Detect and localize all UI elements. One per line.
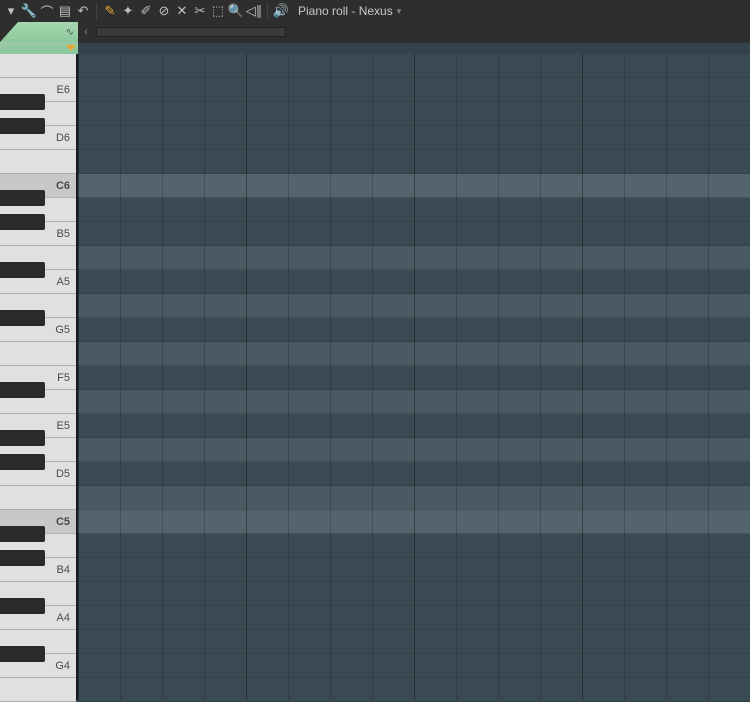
grid-row[interactable] (78, 438, 750, 462)
piano-black-key[interactable] (0, 550, 45, 566)
title-dropdown-icon[interactable]: ▾ (397, 6, 402, 17)
piano-black-key[interactable] (0, 430, 45, 446)
key-label: G5 (55, 324, 70, 336)
grid-row[interactable] (78, 654, 750, 678)
key-label: B4 (57, 564, 70, 576)
delete-icon[interactable]: ⊘ (155, 2, 173, 20)
grid-row[interactable] (78, 222, 750, 246)
grid-row[interactable] (78, 318, 750, 342)
key-label: E6 (57, 84, 70, 96)
piano-black-key[interactable] (0, 454, 45, 470)
brush-icon[interactable]: ✐ (137, 2, 155, 20)
key-label: A4 (57, 612, 70, 624)
grid-row[interactable] (78, 582, 750, 606)
slice-icon[interactable]: ✂ (191, 2, 209, 20)
scroll-left-icon[interactable]: ‹ (78, 24, 94, 40)
ruler-corner (0, 42, 78, 54)
grid-row[interactable] (78, 150, 750, 174)
toolbar: ▾🔧⌒▤↶✎✦✐⊘✕✂⬚🔍◁∥🔊Piano roll - Nexus▾ (0, 0, 750, 22)
key-label: C6 (56, 180, 70, 192)
piano-black-key[interactable] (0, 310, 45, 326)
paint-icon[interactable]: ✦ (119, 2, 137, 20)
playhead-marker-icon[interactable] (66, 45, 76, 51)
key-label: E5 (57, 420, 70, 432)
grid-row[interactable] (78, 174, 750, 198)
grid-row[interactable] (78, 246, 750, 270)
grid-row[interactable] (78, 294, 750, 318)
piano-black-key[interactable] (0, 382, 45, 398)
draw-icon[interactable]: ✎ (101, 2, 119, 20)
piano-keyboard[interactable]: E6 D6 C6 B5 A5 G5 F5 E5 D5 C5 B4 A4 G4 (0, 54, 78, 700)
grid-row[interactable] (78, 198, 750, 222)
piano-black-key[interactable] (0, 118, 45, 134)
undo-icon[interactable]: ↶ (74, 2, 92, 20)
piano-black-key[interactable] (0, 262, 45, 278)
piano-key[interactable] (0, 54, 76, 78)
horizontal-scrollbar[interactable] (96, 27, 286, 37)
window-title: Piano roll - Nexus (298, 4, 393, 18)
key-label: C5 (56, 516, 70, 528)
piano-roll-main: E6 D6 C6 B5 A5 G5 F5 E5 D5 C5 B4 A4 G4 (0, 54, 750, 700)
note-grid[interactable] (78, 54, 750, 700)
grid-row[interactable] (78, 510, 750, 534)
piano-key[interactable] (0, 678, 76, 702)
wrench-icon[interactable]: 🔧 (20, 2, 38, 20)
grid-row[interactable] (78, 270, 750, 294)
timeline-ruler (0, 42, 750, 54)
piano-black-key[interactable] (0, 190, 45, 206)
piano-black-key[interactable] (0, 214, 45, 230)
piano-key[interactable] (0, 150, 76, 174)
piano-black-key[interactable] (0, 526, 45, 542)
key-label: G4 (55, 660, 70, 672)
key-label: D5 (56, 468, 70, 480)
playback-icon[interactable]: ◁∥ (245, 2, 263, 20)
grid-row[interactable] (78, 78, 750, 102)
grid-row[interactable] (78, 558, 750, 582)
zoom-icon[interactable]: 🔍 (227, 2, 245, 20)
grid-row[interactable] (78, 486, 750, 510)
subheader: ∿ ‹ (0, 22, 750, 42)
grid-row[interactable] (78, 102, 750, 126)
pattern-tab[interactable]: ∿ (0, 22, 78, 42)
piano-black-key[interactable] (0, 598, 45, 614)
grid-row[interactable] (78, 366, 750, 390)
grid-row[interactable] (78, 606, 750, 630)
timeline-track[interactable] (78, 42, 750, 54)
key-label: F5 (57, 372, 70, 384)
key-label: A5 (57, 276, 70, 288)
key-label: B5 (57, 228, 70, 240)
grid-row[interactable] (78, 126, 750, 150)
key-label: D6 (56, 132, 70, 144)
dropdown-icon[interactable]: ▾ (2, 2, 20, 20)
grid-row[interactable] (78, 462, 750, 486)
grid-row[interactable] (78, 630, 750, 654)
stamp-icon[interactable]: ▤ (56, 2, 74, 20)
piano-key[interactable] (0, 342, 76, 366)
snap-icon[interactable]: ⌒ (38, 2, 56, 20)
piano-black-key[interactable] (0, 94, 45, 110)
piano-black-key[interactable] (0, 646, 45, 662)
speaker-icon[interactable]: 🔊 (272, 2, 290, 20)
grid-row[interactable] (78, 414, 750, 438)
piano-key[interactable] (0, 486, 76, 510)
mute-icon[interactable]: ✕ (173, 2, 191, 20)
grid-row[interactable] (78, 390, 750, 414)
grid-row[interactable] (78, 54, 750, 78)
toolbar-separator (96, 3, 97, 19)
grid-row[interactable] (78, 342, 750, 366)
tab-menu-icon: ∿ (66, 27, 74, 38)
grid-row[interactable] (78, 534, 750, 558)
toolbar-separator (267, 3, 268, 19)
grid-row[interactable] (78, 678, 750, 702)
select-icon[interactable]: ⬚ (209, 2, 227, 20)
